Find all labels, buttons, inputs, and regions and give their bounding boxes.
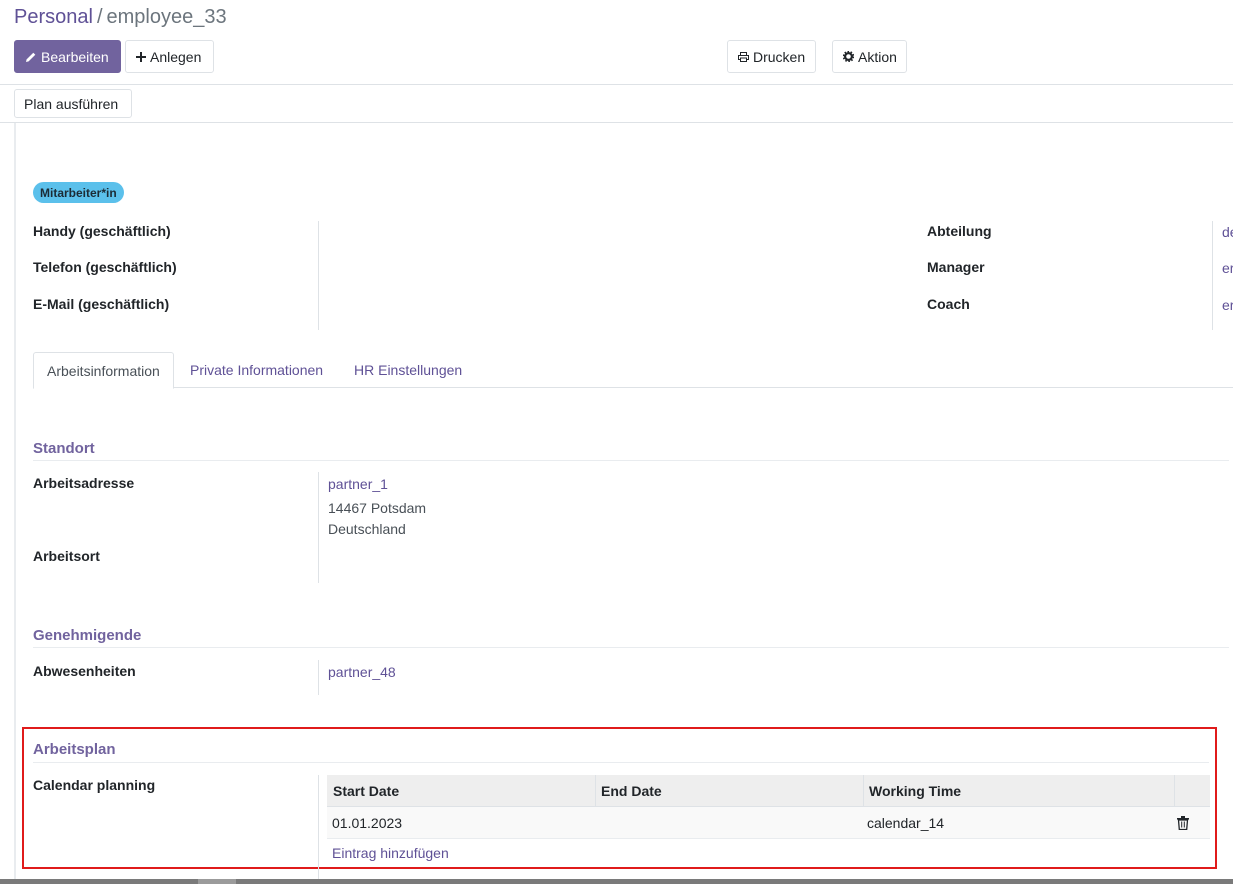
- row-start-date[interactable]: 01.01.2023: [332, 807, 402, 839]
- department-label: Abteilung: [927, 223, 992, 239]
- statusbar: Plan ausführen: [0, 85, 1233, 123]
- work-address-label: Arbeitsadresse: [33, 475, 135, 491]
- phone-work-label: Telefon (geschäftlich): [33, 259, 177, 275]
- print-button-label: Drucken: [753, 48, 806, 65]
- employee-tag-badge[interactable]: Mitarbeiter*in: [33, 182, 124, 203]
- create-button-label: Anlegen: [150, 48, 202, 65]
- column-start-date[interactable]: Start Date: [327, 775, 595, 807]
- manager-label: Manager: [927, 259, 985, 275]
- scrollbar-thumb[interactable]: [198, 879, 236, 884]
- breadcrumb: Personal / employee_33: [14, 5, 227, 29]
- control-panel: Personal / employee_33 Bearbeiten Anlegen …: [0, 0, 1233, 85]
- plus-icon: [136, 51, 146, 62]
- row-working-time[interactable]: calendar_14: [867, 807, 944, 839]
- approvers-section-title: Genehmigende: [33, 627, 142, 644]
- tab-hr-einstellungen[interactable]: HR Einstellungen: [354, 352, 462, 388]
- action-button-label: Aktion: [858, 48, 897, 65]
- work-location-label: Arbeitsort: [33, 548, 100, 564]
- column-working-time[interactable]: Working Time: [863, 775, 1174, 807]
- tab-arbeitsinformation[interactable]: Arbeitsinformation: [33, 352, 174, 389]
- tab-private-informationen[interactable]: Private Informationen: [190, 352, 323, 388]
- standort-divider: [318, 472, 319, 583]
- pencil-icon: [25, 51, 37, 63]
- approvers-divider: [318, 660, 319, 695]
- mobile-work-label: Handy (geschäftlich): [33, 223, 171, 239]
- create-button[interactable]: Anlegen: [125, 40, 214, 73]
- add-line-link[interactable]: Eintrag hinzufügen: [332, 845, 449, 861]
- action-button[interactable]: Aktion: [832, 40, 907, 73]
- org-fields-divider: [1212, 221, 1213, 330]
- horizontal-scrollbar[interactable]: [0, 879, 1233, 884]
- contact-fields-divider: [318, 221, 319, 330]
- gear-icon: [843, 51, 854, 62]
- work-address-line2: Deutschland: [328, 521, 406, 537]
- department-value-link[interactable]: de: [1222, 224, 1233, 240]
- standort-section-rule: [33, 460, 1229, 461]
- manager-value-link[interactable]: er: [1222, 260, 1233, 276]
- edit-button[interactable]: Bearbeiten: [14, 40, 121, 73]
- printer-icon: [738, 51, 749, 62]
- breadcrumb-current: employee_33: [106, 6, 227, 28]
- schedule-section-rule: [33, 762, 1209, 763]
- work-address-partner-link[interactable]: partner_1: [328, 476, 388, 492]
- column-end-date[interactable]: End Date: [595, 775, 863, 807]
- schedule-divider: [318, 775, 319, 879]
- notebook-tabs: Arbeitsinformation Private Informationen…: [33, 352, 1233, 389]
- breadcrumb-parent-link[interactable]: Personal: [14, 6, 93, 28]
- standort-section-title: Standort: [33, 440, 95, 457]
- leave-approver-link[interactable]: partner_48: [328, 664, 396, 680]
- leave-approver-label: Abwesenheiten: [33, 663, 136, 679]
- schedule-section-title: Arbeitsplan: [33, 741, 116, 758]
- approvers-section-rule: [33, 647, 1229, 648]
- coach-label: Coach: [927, 296, 970, 312]
- edit-button-label: Bearbeiten: [41, 48, 109, 65]
- column-divider: [1174, 775, 1175, 807]
- work-address-line1: 14467 Potsdam: [328, 500, 427, 516]
- print-button[interactable]: Drucken: [727, 40, 816, 73]
- coach-value-link[interactable]: er: [1222, 297, 1233, 313]
- trash-icon[interactable]: [1177, 807, 1189, 839]
- calendar-planning-label: Calendar planning: [33, 777, 156, 793]
- calendar-planning-table-header: Start Date End Date Working Time: [327, 775, 1210, 807]
- email-work-label: E-Mail (geschäftlich): [33, 296, 170, 312]
- sheet-edge: [14, 123, 16, 884]
- table-row[interactable]: 01.01.2023 calendar_14: [327, 807, 1210, 839]
- run-plan-button[interactable]: Plan ausführen: [14, 89, 132, 118]
- breadcrumb-separator: /: [96, 6, 103, 28]
